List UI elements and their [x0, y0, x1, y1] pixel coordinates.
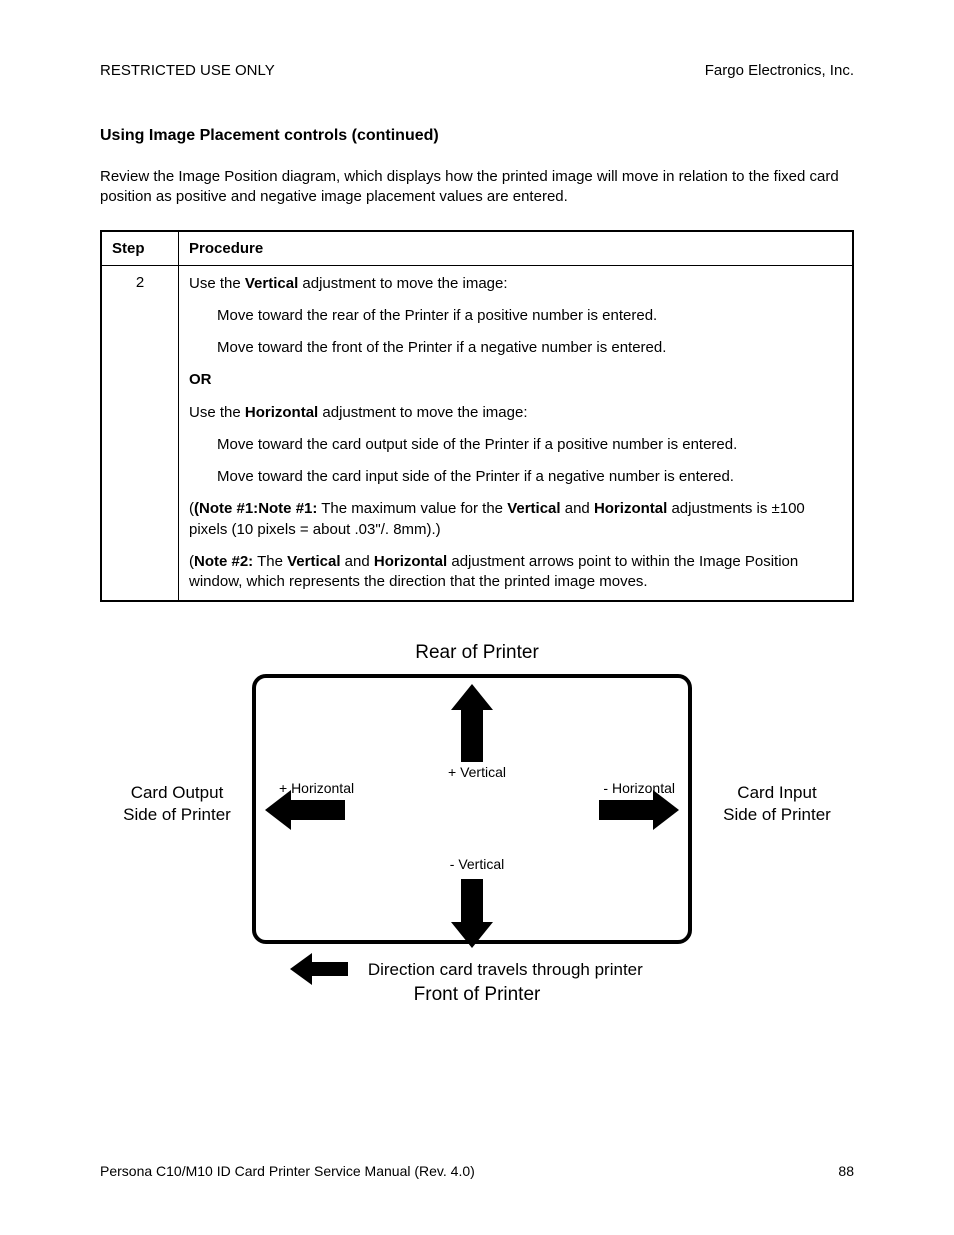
text: adjustment to move the image: — [318, 404, 527, 421]
text-bold: Vertical — [287, 553, 340, 570]
text: Card Output — [131, 783, 224, 802]
text-bold: Vertical — [245, 275, 298, 292]
text-bold: Horizontal — [245, 404, 318, 421]
image-position-diagram: Rear of Printer Card Output Side of Prin… — [117, 642, 837, 1022]
procedure-cell: Use the Vertical adjustment to move the … — [179, 265, 854, 601]
text: and — [340, 553, 373, 570]
footer-left: Persona C10/M10 ID Card Printer Service … — [100, 1163, 475, 1179]
col-procedure-header: Procedure — [179, 231, 854, 266]
text-bold: Note #1: — [258, 500, 317, 517]
procedure-table: Step Procedure 2 Use the Vertical adjust… — [100, 230, 854, 603]
text: ((Note #1: — [189, 500, 258, 517]
text: Use the — [189, 404, 245, 421]
header-right: Fargo Electronics, Inc. — [705, 62, 854, 79]
text-bold: Horizontal — [374, 553, 447, 570]
arrow-down-shaft — [461, 879, 483, 927]
horizontal-intro: Use the Horizontal adjustment to move th… — [189, 403, 842, 423]
text: Card Input — [737, 783, 816, 802]
label-direction: ----------Direction card travels through… — [117, 960, 837, 980]
text: The — [253, 553, 287, 570]
text-bold: Vertical — [507, 500, 560, 517]
horizontal-positive: Move toward the card output side of the … — [189, 435, 842, 455]
arrow-down-icon — [451, 922, 493, 948]
page-header: RESTRICTED USE ONLY Fargo Electronics, I… — [100, 62, 854, 79]
step-number: 2 — [101, 265, 179, 601]
label-front: Front of Printer — [117, 984, 837, 1006]
intro-paragraph: Review the Image Position diagram, which… — [100, 167, 854, 208]
arrow-left-shaft — [289, 800, 345, 820]
page: RESTRICTED USE ONLY Fargo Electronics, I… — [0, 0, 954, 1235]
arrow-right-icon — [653, 790, 679, 830]
vertical-positive: Move toward the rear of the Printer if a… — [189, 306, 842, 326]
text: Use the — [189, 275, 245, 292]
note-2: (Note #2: The Vertical and Horizontal ad… — [189, 552, 842, 593]
footer-page-number: 88 — [838, 1163, 854, 1179]
label-card-input: Card Input Side of Printer — [717, 782, 837, 825]
page-footer: Persona C10/M10 ID Card Printer Service … — [100, 1163, 854, 1179]
label-minus-vertical: - Vertical — [117, 856, 837, 872]
vertical-negative: Move toward the front of the Printer if … — [189, 338, 842, 358]
or-separator: OR — [189, 370, 842, 390]
label-plus-vertical: + Vertical — [117, 764, 837, 780]
text: The maximum value for the — [317, 500, 507, 517]
text-bold: Note #2: — [194, 553, 253, 570]
text: and — [561, 500, 594, 517]
col-step-header: Step — [101, 231, 179, 266]
section-title: Using Image Placement controls (continue… — [100, 127, 854, 145]
label-card-output: Card Output Side of Printer — [117, 782, 237, 825]
header-left: RESTRICTED USE ONLY — [100, 62, 275, 79]
text: Side of Printer — [723, 805, 831, 824]
arrow-left-icon — [265, 790, 291, 830]
label-rear: Rear of Printer — [117, 642, 837, 664]
vertical-intro: Use the Vertical adjustment to move the … — [189, 274, 842, 294]
text: adjustment to move the image: — [298, 275, 507, 292]
note-1: ((Note #1:Note #1: The maximum value for… — [189, 499, 842, 540]
text-bold: Horizontal — [594, 500, 667, 517]
text: Side of Printer — [123, 805, 231, 824]
arrow-up-shaft — [461, 702, 483, 762]
arrow-right-shaft — [599, 800, 655, 820]
text: Direction card travels through printer — [368, 960, 643, 979]
horizontal-negative: Move toward the card input side of the P… — [189, 467, 842, 487]
diagram-container: Rear of Printer Card Output Side of Prin… — [100, 642, 854, 1022]
text-bold: OR — [189, 371, 212, 388]
